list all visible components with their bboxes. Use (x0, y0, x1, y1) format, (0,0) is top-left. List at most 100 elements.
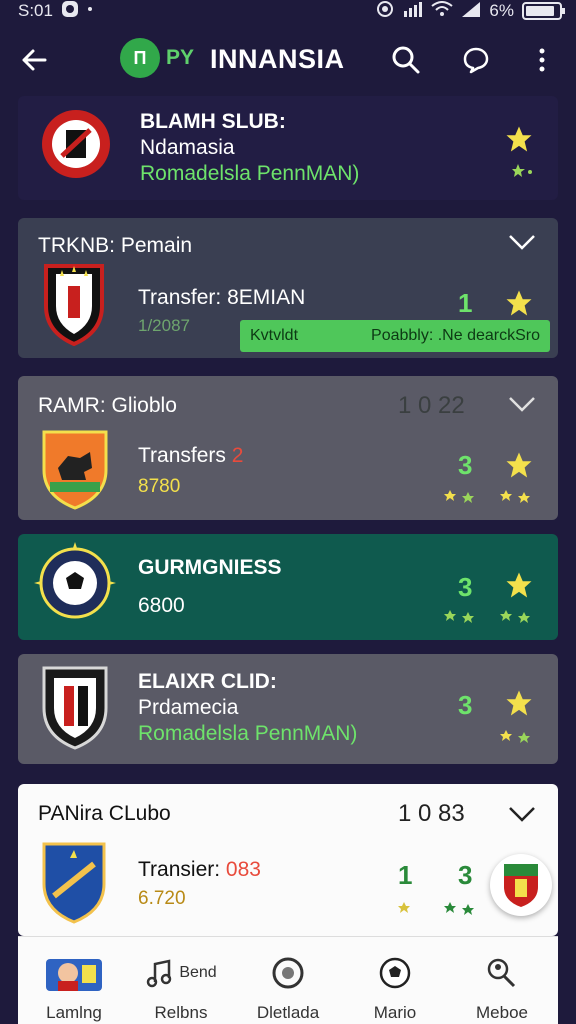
back-button[interactable] (12, 38, 56, 82)
transfer-value: 8780 (138, 476, 181, 497)
chat-bubble-icon (463, 47, 489, 74)
club-count: 3 (458, 690, 473, 720)
club-card[interactable]: ELAIXR CLID: Prdamecia Romadelsla PennMA… (18, 654, 558, 764)
transfer-label: Transfer: 8EMIAN (138, 286, 306, 309)
star-icon[interactable] (504, 288, 534, 318)
more-options-button[interactable] (520, 38, 564, 82)
nav-item-dletlada[interactable]: Dletlada (238, 937, 338, 1024)
soccer-ball-icon (379, 957, 411, 989)
chevron-down-icon[interactable] (508, 232, 536, 252)
nav-item-relbns[interactable]: Bend Relbns (131, 937, 231, 1024)
nav-badge: Bend (179, 964, 217, 981)
nav-label: Relbns (154, 1003, 208, 1022)
sparkle-icon (444, 610, 474, 623)
transfer-card[interactable]: TRKNB: Pemain Transfer: 8EMIAN 1/2087 1 … (18, 218, 558, 358)
arrow-left-icon (22, 49, 47, 71)
transfer-card[interactable]: PANira CLubo 1 0 83 Transier: 083 6.720 … (18, 784, 558, 936)
battery-icon (522, 2, 565, 20)
nav-label: Dletlada (256, 1003, 320, 1022)
sparkle-icon (500, 730, 530, 743)
promo-banner[interactable]: Kvtvldt Poabbly: .Ne dearckSro (240, 320, 550, 352)
club-shield-icon (504, 864, 538, 907)
brand-text: PY (166, 46, 195, 69)
transfer-label-extra: 083 (225, 858, 261, 881)
sparkle-icon (500, 490, 530, 503)
star-icon[interactable] (504, 570, 534, 600)
star-icon[interactable] (504, 450, 534, 480)
star-icon[interactable] (504, 688, 534, 718)
sparkle-icon (512, 164, 532, 177)
disc-icon (272, 957, 304, 989)
chevron-down-icon[interactable] (508, 804, 536, 824)
app-bar: П PY INNANSIA (0, 30, 576, 92)
club-name: ELAIXR CLID: (138, 670, 277, 693)
transfer-count: 1 (458, 288, 473, 318)
wifi-icon (431, 0, 454, 22)
sparkle-icon (444, 490, 474, 503)
transfer-label-text: Transfers (138, 444, 226, 467)
nav-item-mario[interactable]: Mario (345, 937, 445, 1024)
chat-button[interactable] (454, 38, 498, 82)
transfer-label: Transier: 083 (138, 858, 261, 882)
transfer-label-text: Transier: (138, 858, 221, 881)
score-text: 1 0 22 (398, 392, 465, 419)
transfer-count: 1 (398, 860, 413, 890)
nav-item-meboe[interactable]: Meboe (452, 937, 552, 1024)
transfer-card[interactable]: RAMR: Glioblo 1 0 22 Transfers 2 8780 3 (18, 376, 558, 520)
club-shield-icon (42, 666, 108, 750)
page-title: INNANSIA (210, 44, 345, 74)
sparkle-icon (444, 902, 474, 915)
transfer-date: 1/2087 (138, 316, 190, 335)
club-shield-icon (44, 264, 104, 346)
card-title: TRKNB: Pemain (38, 234, 193, 257)
floating-club-button[interactable] (490, 854, 552, 916)
club-name: GURMGNIESS (138, 556, 282, 579)
club-name: BLAMH SLUB: (140, 110, 286, 133)
club-subtitle: Romadelsla PennMAN) (140, 162, 360, 185)
score-text: 1 0 83 (398, 800, 465, 827)
magnifier-people-icon (487, 958, 516, 988)
notification-icon (61, 0, 79, 23)
club-shield-icon (42, 430, 108, 510)
search-button[interactable] (384, 38, 428, 82)
more-vertical-icon (539, 48, 545, 72)
promo-left-text: Kvtvldt (250, 327, 299, 344)
club-crest-icon (42, 110, 110, 178)
transfer-value: 6.720 (138, 888, 186, 909)
club-country: Ndamasia (140, 136, 235, 159)
signal-strength-icon (403, 1, 423, 22)
club-card[interactable]: GURMGNIESS 6800 3 (18, 534, 558, 640)
card-title: RAMR: Glioblo (38, 394, 177, 417)
sparkle-icon (500, 610, 530, 623)
sparkle-icon (398, 902, 410, 913)
nav-label: Lamlng (46, 1003, 102, 1022)
soccer-ball-crest-icon (34, 542, 116, 619)
status-time: S:01 (18, 1, 53, 20)
card-title: PANira CLubo (38, 802, 171, 825)
signal-dot-icon (87, 1, 93, 21)
club-card[interactable]: BLAMH SLUB: Ndamasia Romadelsla PennMAN) (18, 96, 558, 200)
transfer-label-extra: 2 (231, 444, 244, 467)
nav-item-lamlng[interactable]: Lamlng (24, 937, 124, 1024)
music-note-icon (147, 959, 172, 988)
status-bar: S:01 6% (0, 0, 576, 22)
nav-label: Mario (373, 1003, 417, 1022)
club-count: 3 (458, 572, 473, 602)
brand-logo: П PY (120, 38, 194, 78)
promo-right-text: Poabbly: .Ne dearckSro (371, 327, 540, 344)
chevron-down-icon[interactable] (508, 394, 536, 414)
club-subtitle: Romadelsla PennMAN) (138, 722, 358, 745)
club-shield-icon (42, 842, 106, 924)
club-country: Prdamecia (138, 696, 239, 719)
star-icon[interactable] (504, 124, 534, 154)
transfer-label: Transfers 2 (138, 444, 243, 468)
brand-mark: П (120, 38, 160, 78)
nav-label: Meboe (476, 1003, 528, 1022)
bottom-nav: Lamlng Bend Relbns Dletlada Mario Meboe (18, 936, 558, 1024)
cellular-icon (461, 1, 481, 22)
sync-icon (375, 0, 395, 24)
club-value: 6800 (138, 594, 185, 617)
transfer-count: 3 (458, 450, 473, 480)
transfer-count-secondary: 3 (458, 860, 473, 890)
player-avatar-icon (46, 959, 102, 991)
